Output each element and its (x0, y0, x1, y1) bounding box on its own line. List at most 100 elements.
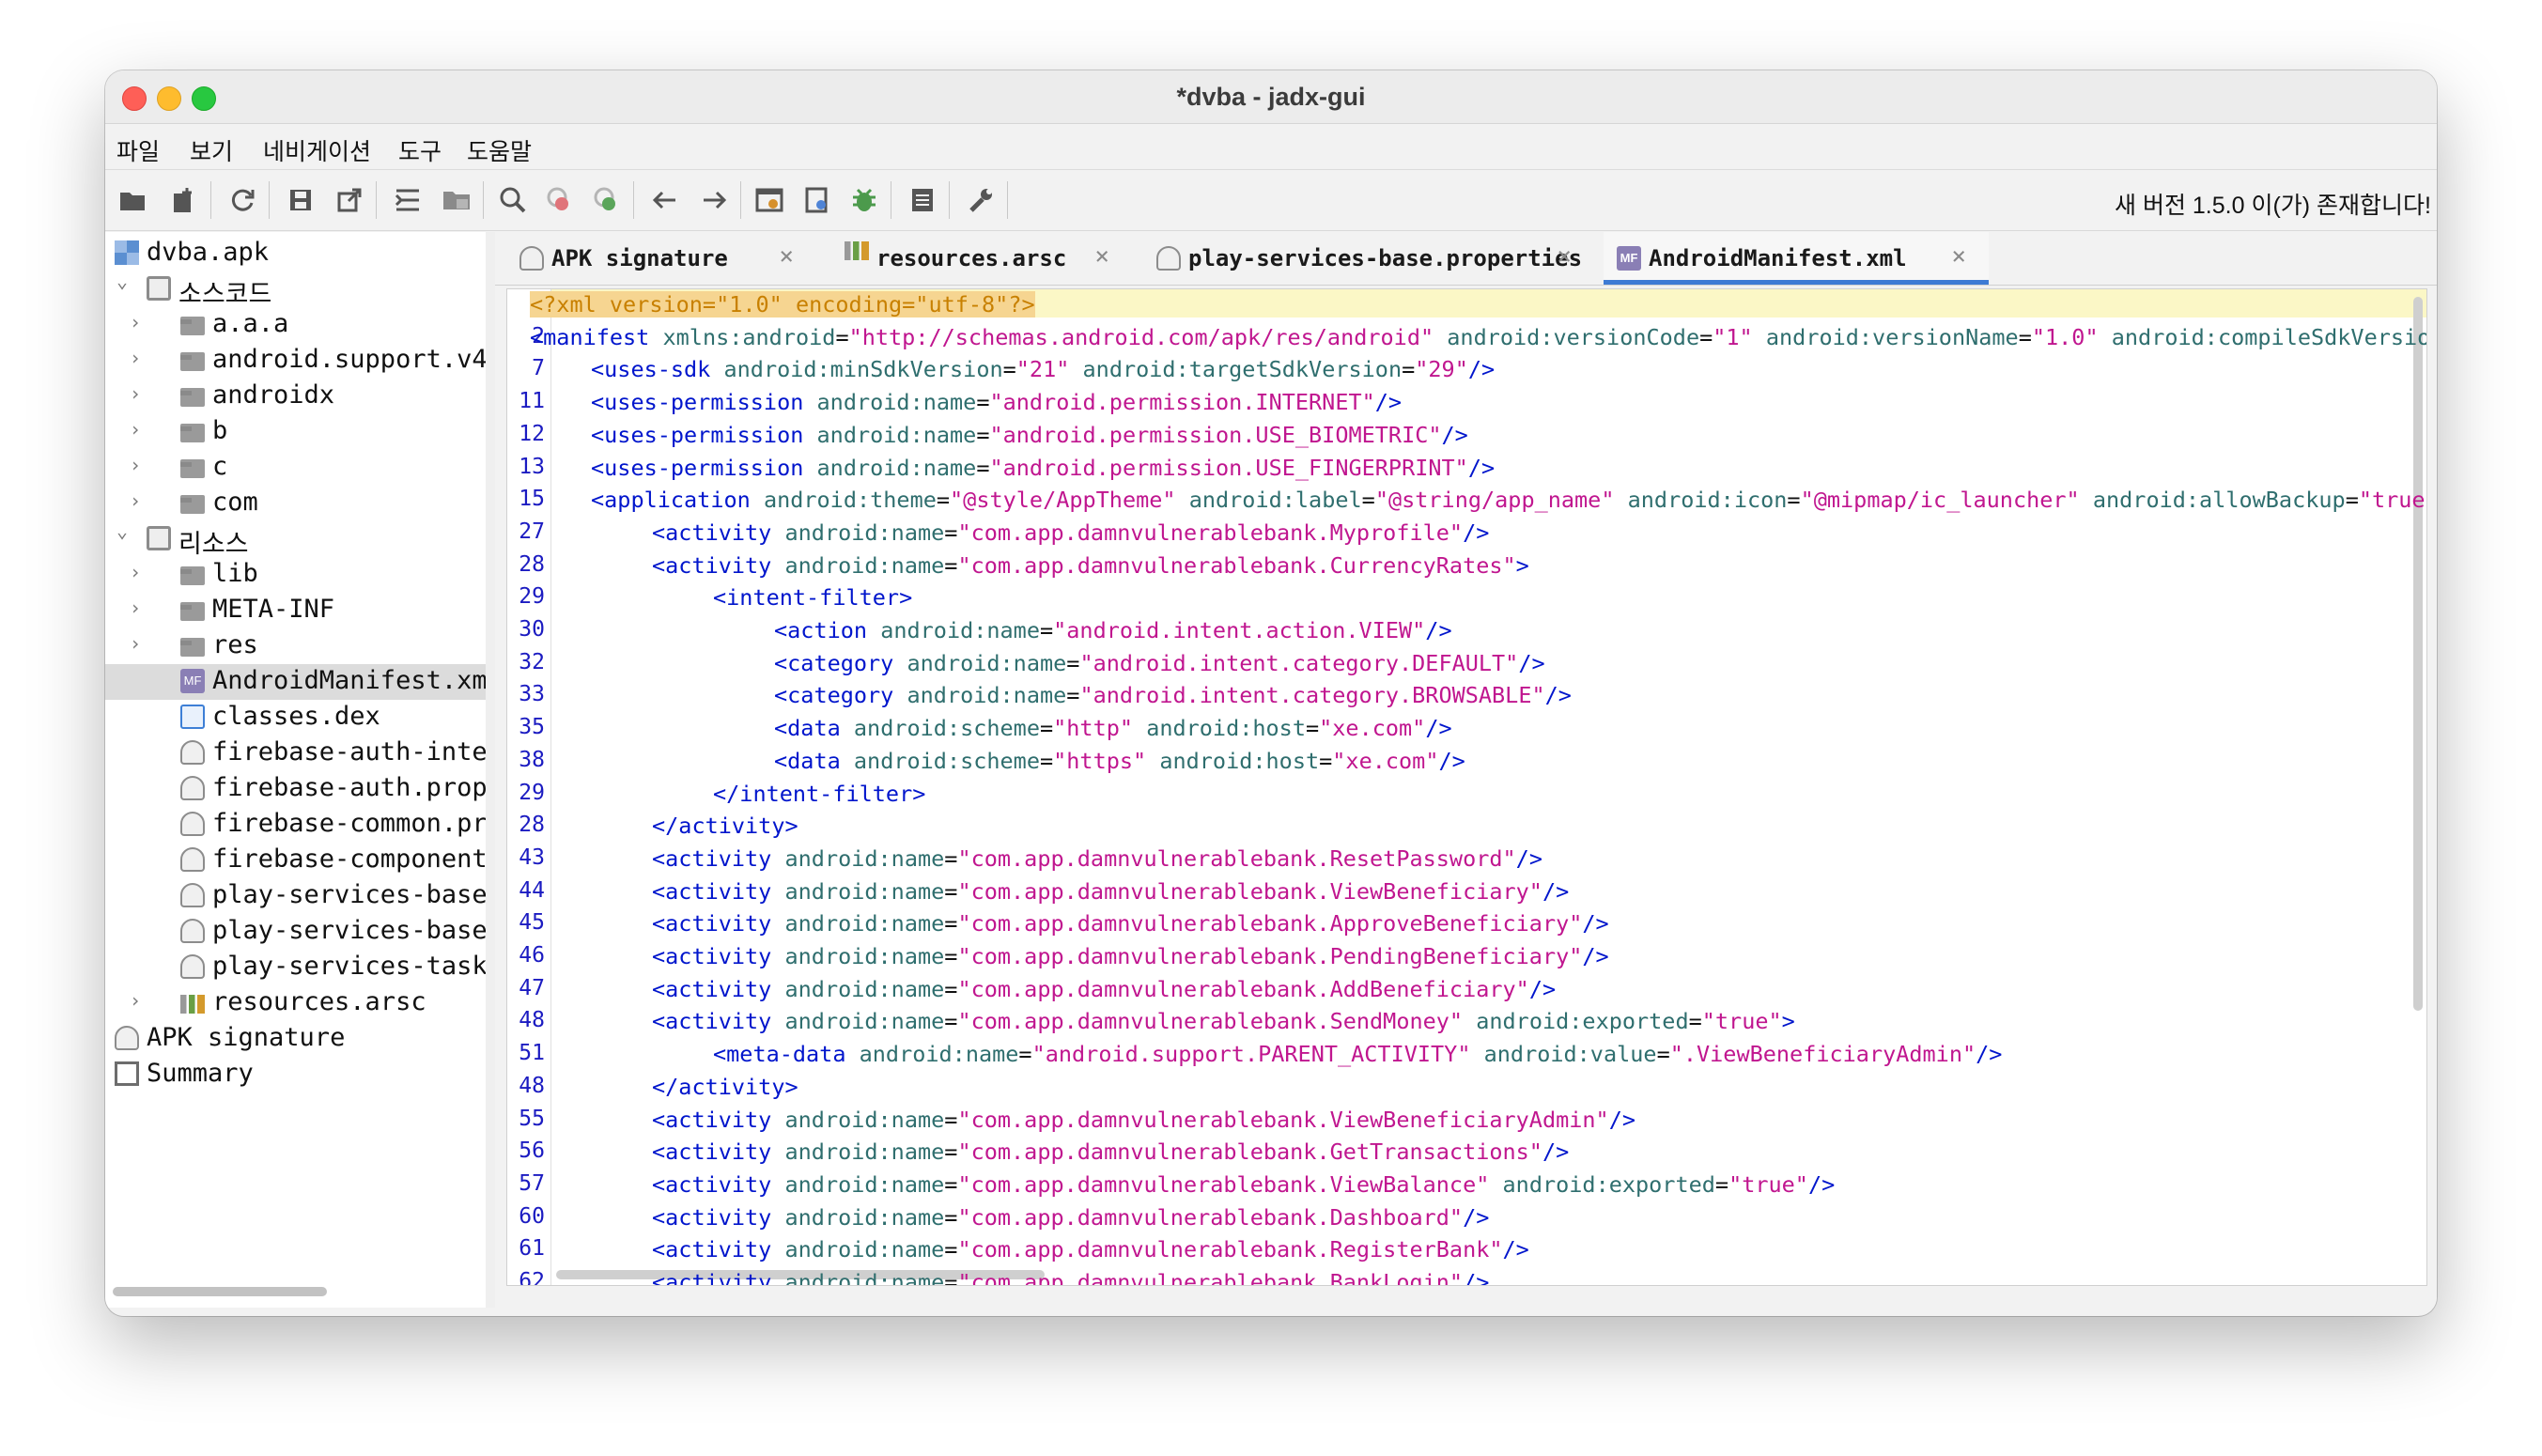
editor-tab[interactable]: MF AndroidManifest.xml × (1604, 232, 1989, 285)
tree-item[interactable]: play-services-basement.properties (105, 914, 486, 950)
add-files-icon[interactable] (167, 183, 201, 217)
code-line: <activity android:name="com.app.damnvuln… (652, 1170, 1836, 1198)
close-tab-icon[interactable]: × (1094, 242, 1109, 271)
tree-item[interactable]: MF AndroidManifest.xml (105, 664, 486, 700)
find-class-icon[interactable] (543, 183, 577, 217)
close-tab-icon[interactable]: × (1951, 242, 1966, 271)
line-number: 48 (519, 1008, 545, 1033)
editor-tab[interactable]: play-services-base.properties × (1143, 232, 1594, 285)
forward-icon[interactable] (697, 183, 731, 217)
search-icon[interactable] (496, 183, 530, 217)
code-view[interactable]: <?xml version="1.0" encoding="utf-8"?> 2 <… (506, 288, 2427, 1286)
code-line: <application android:theme="@style/AppTh… (591, 487, 2426, 514)
chevron-right-icon[interactable]: › (126, 311, 145, 333)
editor-tab-label: AndroidManifest.xml (1649, 245, 1907, 271)
tree-item[interactable]: › META-INF (105, 593, 486, 628)
close-tab-icon[interactable]: × (1557, 242, 1572, 271)
tree-item[interactable]: › resources.arsc (105, 985, 486, 1021)
preferences-icon[interactable] (964, 183, 998, 217)
update-notice[interactable]: 새 버전 1.5.0 이(가) 존재합니다! (2115, 187, 2431, 221)
editor-tab[interactable]: APK signature × (506, 232, 816, 285)
code-line: <data android:scheme="http" android:host… (774, 715, 1452, 742)
tree-item-label: res (212, 630, 258, 659)
tree-item-label: 소스코드 (178, 280, 272, 309)
line-number: 28 (519, 813, 545, 838)
line-number: 29 (519, 780, 545, 805)
open-icon[interactable] (116, 183, 150, 217)
code-line: <activity android:name="com.app.damnvuln… (652, 519, 1490, 546)
chevron-right-icon[interactable]: › (126, 347, 145, 369)
tree-item[interactable]: ⌄ 리소스 (105, 519, 486, 559)
tree-item[interactable]: › a.a.a (105, 307, 486, 343)
tree-item[interactable]: play-services-base.properties (105, 878, 486, 914)
tree-item[interactable]: Summary (105, 1057, 486, 1092)
menu-tools[interactable]: 도구 (398, 133, 442, 167)
packages-icon[interactable] (440, 183, 473, 217)
code-line: <activity android:name="com.app.damnvuln… (652, 943, 1609, 969)
decompile-all-icon[interactable] (753, 183, 787, 217)
code-line: <data android:scheme="https" android:hos… (774, 747, 1465, 774)
tree-item[interactable]: play-services-tasks.properties (105, 950, 486, 985)
line-number: 48 (519, 1073, 545, 1098)
tree-item[interactable]: APK signature (105, 1021, 486, 1057)
toolbar: 새 버전 1.5.0 이(가) 존재합니다! (105, 170, 2437, 231)
tree-item[interactable]: classes.dex (105, 700, 486, 736)
line-number: 45 (519, 910, 545, 936)
chevron-right-icon[interactable]: › (126, 418, 145, 441)
tree-item-label: c (212, 452, 228, 481)
chevron-right-icon[interactable]: › (126, 489, 145, 512)
close-tab-icon[interactable]: × (779, 242, 794, 271)
code-line: <activity android:name="com.app.damnvuln… (652, 1138, 1570, 1166)
tree-item[interactable]: › androidx (105, 379, 486, 414)
line-number: 60 (519, 1203, 545, 1229)
tree-item[interactable]: firebase-auth.properties (105, 771, 486, 807)
properties-icon (180, 776, 205, 800)
vertical-scrollbar[interactable] (2413, 297, 2423, 1011)
chevron-down-icon[interactable]: ⌄ (113, 519, 132, 542)
chevron-right-icon[interactable]: › (126, 632, 145, 655)
tree-item[interactable]: › b (105, 414, 486, 450)
chevron-right-icon[interactable]: › (126, 561, 145, 583)
tree-item[interactable]: › android.support.v4 (105, 343, 486, 379)
signature-icon (519, 246, 544, 271)
chevron-right-icon[interactable]: › (126, 596, 145, 619)
line-number: 32 (519, 649, 545, 674)
code-line: <activity android:name="com.app.damnvuln… (652, 1236, 1529, 1263)
save-all-icon[interactable] (284, 183, 318, 217)
line-number: 51 (519, 1041, 545, 1066)
chevron-down-icon[interactable]: ⌄ (113, 270, 132, 292)
editor-tab[interactable]: resources.arsc × (831, 232, 1132, 285)
tree-item[interactable]: › c (105, 450, 486, 486)
chevron-right-icon[interactable]: › (126, 454, 145, 476)
export-icon[interactable] (333, 183, 366, 217)
panel-splitter[interactable] (486, 232, 495, 1308)
find-usage-icon[interactable] (590, 183, 624, 217)
code-line: <activity android:name="com.app.damnvuln… (652, 1269, 1490, 1286)
debug-icon[interactable] (847, 183, 881, 217)
chevron-right-icon[interactable]: › (126, 382, 145, 405)
line-number: 13 (519, 454, 545, 479)
editor-tabs: APK signature × resources.arsc × play-servic… (495, 232, 2437, 286)
deobfuscate-icon[interactable] (800, 183, 834, 217)
back-icon[interactable] (648, 183, 682, 217)
tree-item[interactable]: › res (105, 628, 486, 664)
menu-navigation[interactable]: 네비게이션 (263, 133, 371, 167)
menu-view[interactable]: 보기 (190, 133, 233, 167)
menu-help[interactable]: 도움말 (467, 133, 532, 167)
chevron-right-icon[interactable]: › (126, 989, 145, 1012)
tree-item[interactable]: dvba.apk (105, 236, 486, 271)
tree-item[interactable]: › lib (105, 557, 486, 593)
tree-item[interactable]: firebase-components.properties (105, 843, 486, 878)
tree-item[interactable]: ⌄ 소스코드 (105, 270, 486, 309)
tree-item-label: android.support.v4 (212, 345, 487, 374)
tree-item[interactable]: › com (105, 486, 486, 521)
reload-icon[interactable] (225, 183, 259, 217)
dex-icon (180, 705, 205, 729)
menu-file[interactable]: 파일 (116, 133, 160, 167)
tree-horizontal-scrollbar[interactable] (113, 1287, 327, 1296)
log-icon[interactable] (906, 183, 939, 217)
flatten-icon[interactable] (391, 183, 425, 217)
folder-icon (180, 388, 205, 407)
tree-item[interactable]: firebase-auth-interop.properties (105, 736, 486, 771)
tree-item[interactable]: firebase-common.properties (105, 807, 486, 843)
